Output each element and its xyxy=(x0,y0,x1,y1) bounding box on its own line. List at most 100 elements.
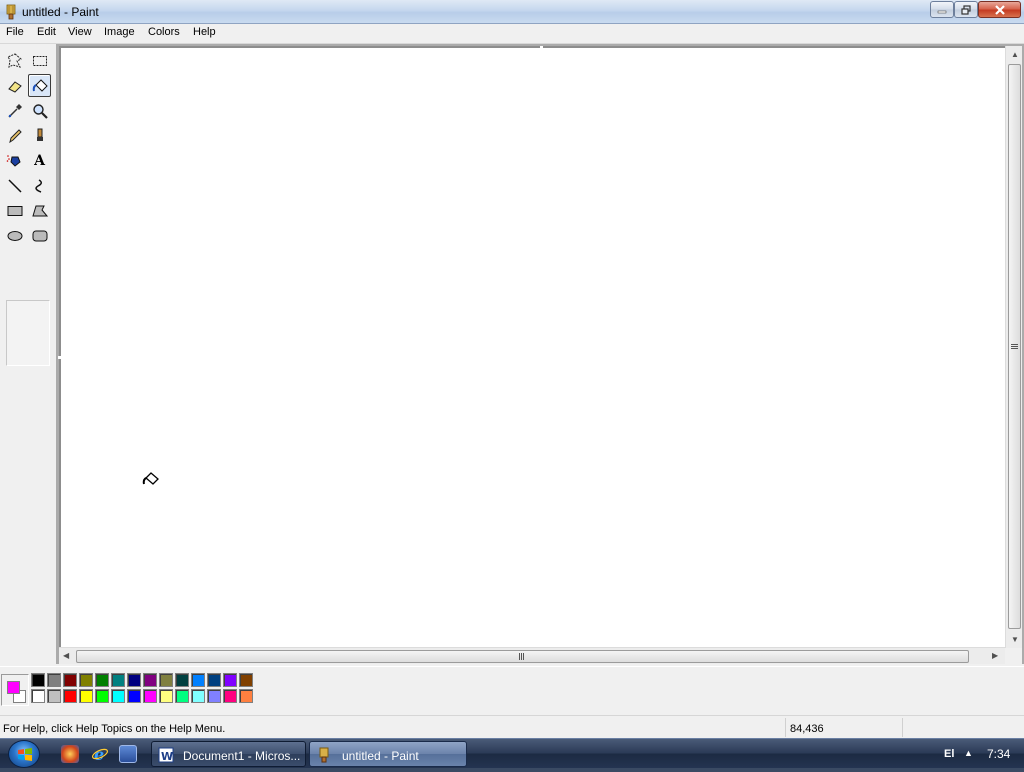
menu-view[interactable]: View xyxy=(68,26,92,38)
tool-line[interactable] xyxy=(3,174,26,197)
palette-color-swatch[interactable] xyxy=(47,673,61,687)
menu-image[interactable]: Image xyxy=(104,26,135,38)
tool-polygon[interactable] xyxy=(28,199,51,222)
rounded-rectangle-icon xyxy=(32,230,47,241)
palette-color-swatch[interactable] xyxy=(127,689,141,703)
scroll-right-icon[interactable]: ▶ xyxy=(992,651,998,660)
windows-logo-icon xyxy=(18,748,32,761)
pick-color-icon xyxy=(7,103,22,118)
language-indicator[interactable]: El xyxy=(944,748,954,760)
palette-color-swatch[interactable] xyxy=(79,689,93,703)
taskbar-button-word[interactable]: W Document1 - Micros... xyxy=(151,741,306,767)
palette-color-swatch[interactable] xyxy=(239,673,253,687)
internet-explorer-icon[interactable]: e xyxy=(91,745,109,764)
status-help-text: For Help, click Help Topics on the Help … xyxy=(3,723,226,735)
palette-color-swatch[interactable] xyxy=(95,689,109,703)
palette-color-swatch[interactable] xyxy=(111,673,125,687)
palette-color-swatch[interactable] xyxy=(47,689,61,703)
clock[interactable]: 7:34 xyxy=(987,747,1010,761)
current-colors[interactable] xyxy=(1,674,29,706)
grip-icon xyxy=(519,653,524,660)
menu-bar: File Edit View Image Colors Help xyxy=(0,24,1024,43)
menu-file[interactable]: File xyxy=(6,26,24,38)
palette-color-swatch[interactable] xyxy=(175,689,189,703)
scroll-left-icon[interactable]: ◀ xyxy=(63,651,69,660)
foreground-color-swatch[interactable] xyxy=(7,681,20,694)
palette-color-swatch[interactable] xyxy=(95,673,109,687)
minimize-button[interactable] xyxy=(930,1,954,18)
palette-color-swatch[interactable] xyxy=(207,689,221,703)
canvas-resize-handle-top[interactable] xyxy=(540,46,543,49)
tool-box: A xyxy=(0,46,56,666)
svg-text:W: W xyxy=(161,750,173,763)
palette-color-swatch[interactable] xyxy=(63,673,77,687)
restore-button[interactable] xyxy=(954,1,978,18)
system-tray: El ▲ 7:34 xyxy=(936,739,1024,769)
polygon-icon xyxy=(31,205,48,216)
tool-pick-color[interactable] xyxy=(3,99,26,122)
airbrush-icon xyxy=(6,154,21,167)
paint-window: untitled - Paint File Edit View Image Co… xyxy=(0,0,1024,738)
tool-fill-with-color[interactable] xyxy=(28,74,51,97)
palette-color-swatch[interactable] xyxy=(175,673,189,687)
palette-color-swatch[interactable] xyxy=(143,673,157,687)
tool-options-panel[interactable] xyxy=(6,300,50,366)
drawing-canvas[interactable] xyxy=(59,46,1005,649)
taskbar: e W Document1 - Micros... untitled - Pai… xyxy=(0,738,1024,768)
tool-brush[interactable] xyxy=(28,124,51,147)
palette-color-swatch[interactable] xyxy=(111,689,125,703)
menu-help[interactable]: Help xyxy=(193,26,216,38)
palette-color-swatch[interactable] xyxy=(31,673,45,687)
svg-text:e: e xyxy=(94,745,104,763)
text-icon: A xyxy=(34,152,45,169)
menu-colors[interactable]: Colors xyxy=(148,26,180,38)
tool-pencil[interactable] xyxy=(3,124,26,147)
tool-text[interactable]: A xyxy=(28,149,51,172)
palette-color-swatch[interactable] xyxy=(63,689,77,703)
tool-free-form-select[interactable] xyxy=(3,49,26,72)
palette-color-swatch[interactable] xyxy=(143,689,157,703)
tool-select[interactable] xyxy=(28,49,51,72)
tool-magnifier[interactable] xyxy=(28,99,51,122)
fill-cursor-icon xyxy=(142,472,159,485)
vertical-scrollbar[interactable]: ▲ ▼ xyxy=(1005,46,1022,648)
scroll-up-icon[interactable]: ▲ xyxy=(1011,50,1019,59)
tool-ellipse[interactable] xyxy=(3,224,26,247)
tool-rectangle[interactable] xyxy=(3,199,26,222)
palette-color-swatch[interactable] xyxy=(191,673,205,687)
cursor-coordinates: 84,436 xyxy=(790,723,824,735)
quicklaunch-browser-icon[interactable] xyxy=(61,745,79,763)
taskbar-button-paint[interactable]: untitled - Paint xyxy=(309,741,467,767)
palette-color-swatch[interactable] xyxy=(79,673,93,687)
palette-color-swatch[interactable] xyxy=(31,689,45,703)
horizontal-scrollbar[interactable]: ◀ ▶ xyxy=(59,647,1005,664)
palette-color-swatch[interactable] xyxy=(239,689,253,703)
palette-color-swatch[interactable] xyxy=(191,689,205,703)
horizontal-scroll-thumb[interactable] xyxy=(76,650,969,663)
close-button[interactable] xyxy=(978,1,1021,18)
palette-color-swatch[interactable] xyxy=(159,673,173,687)
start-button[interactable] xyxy=(8,740,40,768)
scroll-down-icon[interactable]: ▼ xyxy=(1011,635,1019,644)
tool-eraser[interactable] xyxy=(3,74,26,97)
tool-rounded-rectangle[interactable] xyxy=(28,224,51,247)
menu-edit[interactable]: Edit xyxy=(37,26,56,38)
show-hidden-icons-icon[interactable]: ▲ xyxy=(964,748,973,758)
rectangle-icon xyxy=(7,205,22,216)
curve-icon xyxy=(34,178,42,193)
magnifier-icon xyxy=(32,103,48,119)
taskbar-button-label: untitled - Paint xyxy=(342,749,419,763)
show-desktop-icon[interactable] xyxy=(119,745,137,763)
palette-color-swatch[interactable] xyxy=(207,673,221,687)
vertical-scroll-thumb[interactable] xyxy=(1008,64,1021,629)
palette-color-swatch[interactable] xyxy=(127,673,141,687)
palette-color-swatch[interactable] xyxy=(223,673,237,687)
line-icon xyxy=(7,178,22,193)
palette-color-swatch[interactable] xyxy=(159,689,173,703)
canvas-resize-handle-left[interactable] xyxy=(58,356,61,359)
palette-color-swatch[interactable] xyxy=(223,689,237,703)
free-form-select-icon xyxy=(6,52,22,68)
tool-curve[interactable] xyxy=(28,174,51,197)
title-bar[interactable]: untitled - Paint xyxy=(0,0,1024,24)
tool-airbrush[interactable] xyxy=(3,149,26,172)
